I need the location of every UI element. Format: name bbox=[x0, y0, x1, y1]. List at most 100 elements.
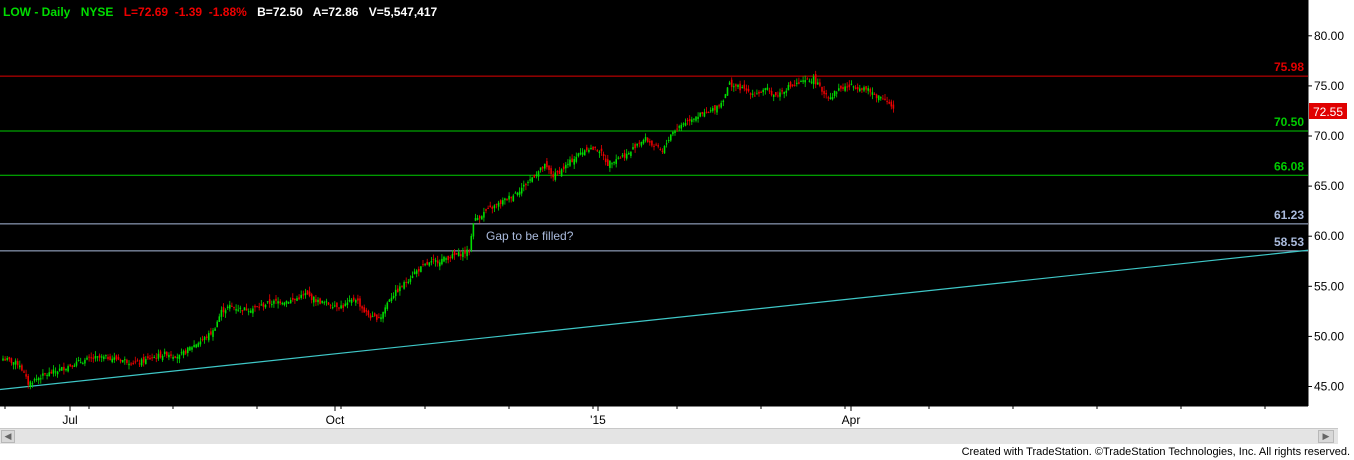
candle-body bbox=[373, 313, 376, 317]
candle-body bbox=[147, 356, 149, 359]
candle-body bbox=[573, 159, 575, 165]
candle-body bbox=[268, 299, 271, 304]
candle-body bbox=[92, 357, 95, 359]
candle-body bbox=[703, 112, 706, 117]
candle-body bbox=[63, 366, 65, 371]
candle-body bbox=[552, 174, 554, 178]
horizontal-scrollbar[interactable]: ◀ bbox=[0, 428, 1338, 444]
candle-body bbox=[436, 260, 439, 264]
candle-body bbox=[785, 90, 788, 93]
candle-body bbox=[321, 300, 323, 303]
candle-body bbox=[716, 106, 718, 113]
candle-body bbox=[247, 311, 250, 313]
candle-body bbox=[592, 146, 594, 150]
candle-body bbox=[724, 94, 727, 99]
candle-body bbox=[558, 170, 561, 174]
candle-body bbox=[142, 356, 145, 363]
candle-body bbox=[844, 86, 846, 91]
candle-body bbox=[111, 358, 113, 363]
candle-body bbox=[871, 92, 874, 95]
candle-body bbox=[764, 88, 767, 91]
candle-body bbox=[447, 255, 449, 260]
candle-body bbox=[214, 328, 216, 331]
candle-body bbox=[747, 88, 750, 92]
candle-body bbox=[728, 82, 731, 85]
candle-body bbox=[283, 302, 286, 306]
candle-body bbox=[546, 161, 548, 168]
level-label-0: 75.98 bbox=[1274, 60, 1304, 74]
candle-body bbox=[531, 177, 533, 182]
candle-body bbox=[140, 359, 143, 366]
candle-body bbox=[371, 316, 374, 318]
candle-body bbox=[842, 87, 844, 89]
symbol-label: LOW - Daily bbox=[3, 5, 71, 19]
candle-body bbox=[602, 154, 605, 157]
candle-body bbox=[69, 364, 71, 367]
candle-body bbox=[625, 153, 628, 159]
candle-body bbox=[229, 304, 231, 309]
candle-body bbox=[323, 302, 326, 304]
candle-body bbox=[730, 79, 733, 87]
candle-body bbox=[378, 317, 380, 319]
candle-body bbox=[386, 302, 389, 309]
candle-body bbox=[863, 87, 865, 91]
candle-body bbox=[617, 157, 620, 159]
bid-label: B=72.50 bbox=[257, 5, 303, 19]
candle-body bbox=[791, 84, 794, 86]
arrow-left-icon[interactable]: ◀ bbox=[1, 430, 15, 443]
candle-body bbox=[77, 360, 80, 362]
candle-body bbox=[222, 307, 225, 313]
candle-body bbox=[684, 122, 687, 126]
arrow-right-icon[interactable]: ▶ bbox=[1318, 430, 1334, 443]
candle-body bbox=[875, 94, 878, 99]
candle-body bbox=[115, 355, 118, 360]
candle-body bbox=[527, 181, 529, 183]
candle-body bbox=[315, 299, 317, 302]
candle-body bbox=[195, 344, 197, 348]
candle-body bbox=[751, 93, 754, 95]
candle-body bbox=[168, 354, 170, 358]
candle-body bbox=[130, 363, 132, 365]
candle-body bbox=[380, 317, 382, 320]
candle-body bbox=[348, 299, 351, 302]
candle-body bbox=[470, 235, 473, 251]
candle-body bbox=[644, 136, 647, 141]
candle-body bbox=[201, 339, 204, 341]
candle-body bbox=[472, 223, 475, 237]
candle-body bbox=[632, 147, 634, 150]
candle-body bbox=[86, 357, 88, 360]
candle-body bbox=[462, 252, 464, 258]
candle-body bbox=[254, 305, 256, 308]
candle-body bbox=[124, 359, 126, 361]
candle-body bbox=[737, 84, 739, 87]
candle-body bbox=[735, 84, 737, 87]
candle-body bbox=[756, 93, 758, 95]
candle-body bbox=[485, 209, 487, 211]
candle-body bbox=[550, 168, 552, 175]
candle-body bbox=[58, 368, 61, 371]
candle-body bbox=[178, 354, 181, 359]
candle-body bbox=[468, 251, 470, 253]
candle-body bbox=[426, 261, 428, 265]
candle-body bbox=[520, 187, 523, 194]
candle-body bbox=[94, 356, 97, 359]
candle-body bbox=[848, 84, 851, 88]
candle-body bbox=[640, 141, 643, 146]
candle-body bbox=[302, 294, 305, 296]
candle-body bbox=[239, 307, 242, 309]
candle-body bbox=[607, 159, 609, 167]
candle-body bbox=[525, 183, 527, 186]
candle-body bbox=[667, 139, 670, 141]
candle-body bbox=[407, 281, 410, 283]
candle-body bbox=[651, 140, 653, 146]
candle-body bbox=[777, 95, 779, 97]
candle-body bbox=[428, 262, 431, 266]
candle-body bbox=[399, 286, 401, 292]
candle-body bbox=[285, 300, 288, 304]
candle-body bbox=[10, 358, 13, 363]
candle-body bbox=[33, 379, 36, 381]
candle-body bbox=[357, 298, 359, 301]
candle-body bbox=[831, 96, 834, 100]
candle-body bbox=[609, 160, 611, 168]
candle-body bbox=[808, 80, 811, 82]
